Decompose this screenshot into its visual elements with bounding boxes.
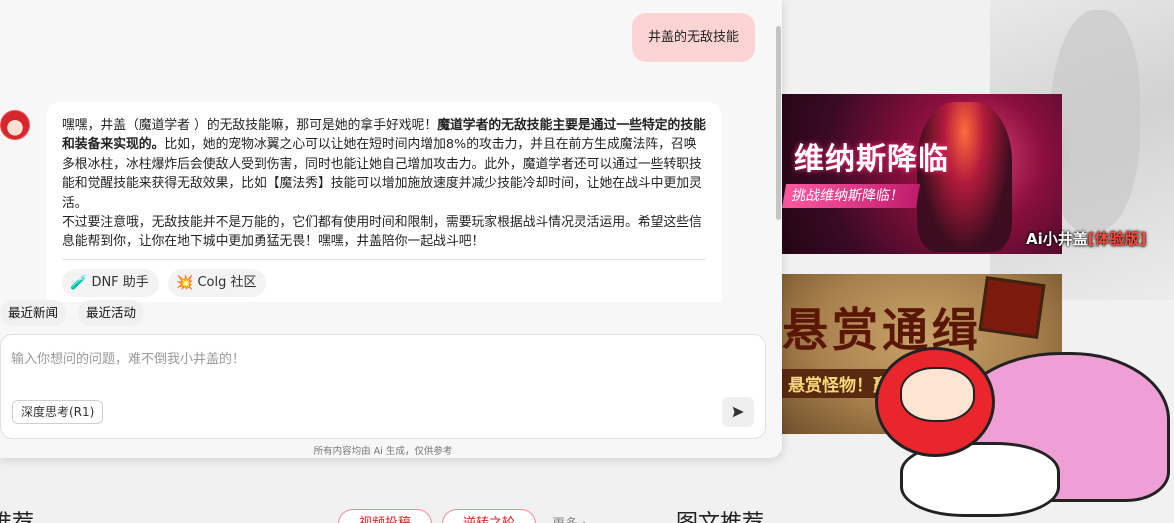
deep-think-toggle[interactable]: 深度思考(R1) bbox=[12, 400, 104, 424]
bot-message-bubble: 嘿嘿，井盖（魔道学者 ）的无敌技能嘛，那可是她的拿手好戏呢！魔道学者的无敌技能主… bbox=[46, 102, 722, 302]
section-heading: 推荐 bbox=[0, 505, 34, 523]
bot-message-paragraph: 不过要注意哦，无敌技能并不是万能的，它们都有使用时间和限制，需要玩家根据战斗情况… bbox=[62, 215, 702, 250]
assistant-watermark: Ai小井盖[体验版] bbox=[1026, 228, 1146, 249]
mascot-sleeping-icon[interactable] bbox=[870, 322, 1174, 523]
message-text: 嘿嘿，井盖（魔道学者 ）的无敌技能嘛，那可是她的拿手好戏呢！ bbox=[62, 118, 438, 133]
quick-action-news[interactable]: 最近新闻 bbox=[0, 300, 67, 326]
bot-message-paragraph: 嘿嘿，井盖（魔道学者 ）的无敌技能嘛，那可是她的拿手好戏呢！魔道学者的无敌技能主… bbox=[62, 116, 706, 213]
sparkle-icon: 💥 bbox=[176, 275, 194, 291]
ai-disclaimer: 所有内容均由 Ai 生成，仅供参考 bbox=[313, 446, 453, 457]
chat-scrollbar[interactable] bbox=[776, 26, 781, 220]
tag-pill[interactable]: 视频投稿 bbox=[338, 509, 433, 523]
source-label: DNF 助手 bbox=[91, 275, 149, 290]
source-chip-dnf-helper[interactable]: 🧪 DNF 助手 bbox=[62, 269, 159, 297]
watermark-tag: [体验版] bbox=[1087, 230, 1147, 248]
watermark-name: Ai小井盖 bbox=[1026, 230, 1088, 248]
send-icon bbox=[732, 406, 744, 418]
send-button[interactable] bbox=[722, 397, 754, 427]
tag-pill[interactable]: 逆转之轮 bbox=[442, 509, 537, 523]
source-label: Colg 社区 bbox=[197, 275, 257, 290]
bot-avatar bbox=[0, 110, 30, 140]
chat-panel: 井盖的无敌技能 嘿嘿，井盖（魔道学者 ）的无敌技能嘛，那可是她的拿手好戏呢！魔道… bbox=[0, 0, 782, 458]
chat-input-box: 深度思考(R1) bbox=[0, 334, 766, 439]
more-link[interactable]: 更多 › bbox=[552, 513, 587, 523]
page-bottom-section: 推荐 视频投稿 逆转之轮 更多 › 图文推荐 bbox=[0, 497, 900, 523]
chat-input[interactable] bbox=[11, 347, 711, 371]
potion-icon: 🧪 bbox=[70, 275, 88, 291]
banner-venus-event[interactable]: 维纳斯降临 挑战维纳斯降临！ bbox=[782, 94, 1062, 254]
user-message-bubble: 井盖的无敌技能 bbox=[632, 13, 756, 62]
section-heading: 图文推荐 bbox=[676, 505, 764, 523]
source-chip-colg[interactable]: 💥 Colg 社区 bbox=[168, 269, 267, 297]
quick-action-events[interactable]: 最近活动 bbox=[78, 300, 145, 326]
divider bbox=[62, 259, 706, 260]
banner-cta: 挑战维纳斯降临！ bbox=[782, 184, 921, 208]
banner-title: 维纳斯降临 bbox=[794, 142, 949, 177]
